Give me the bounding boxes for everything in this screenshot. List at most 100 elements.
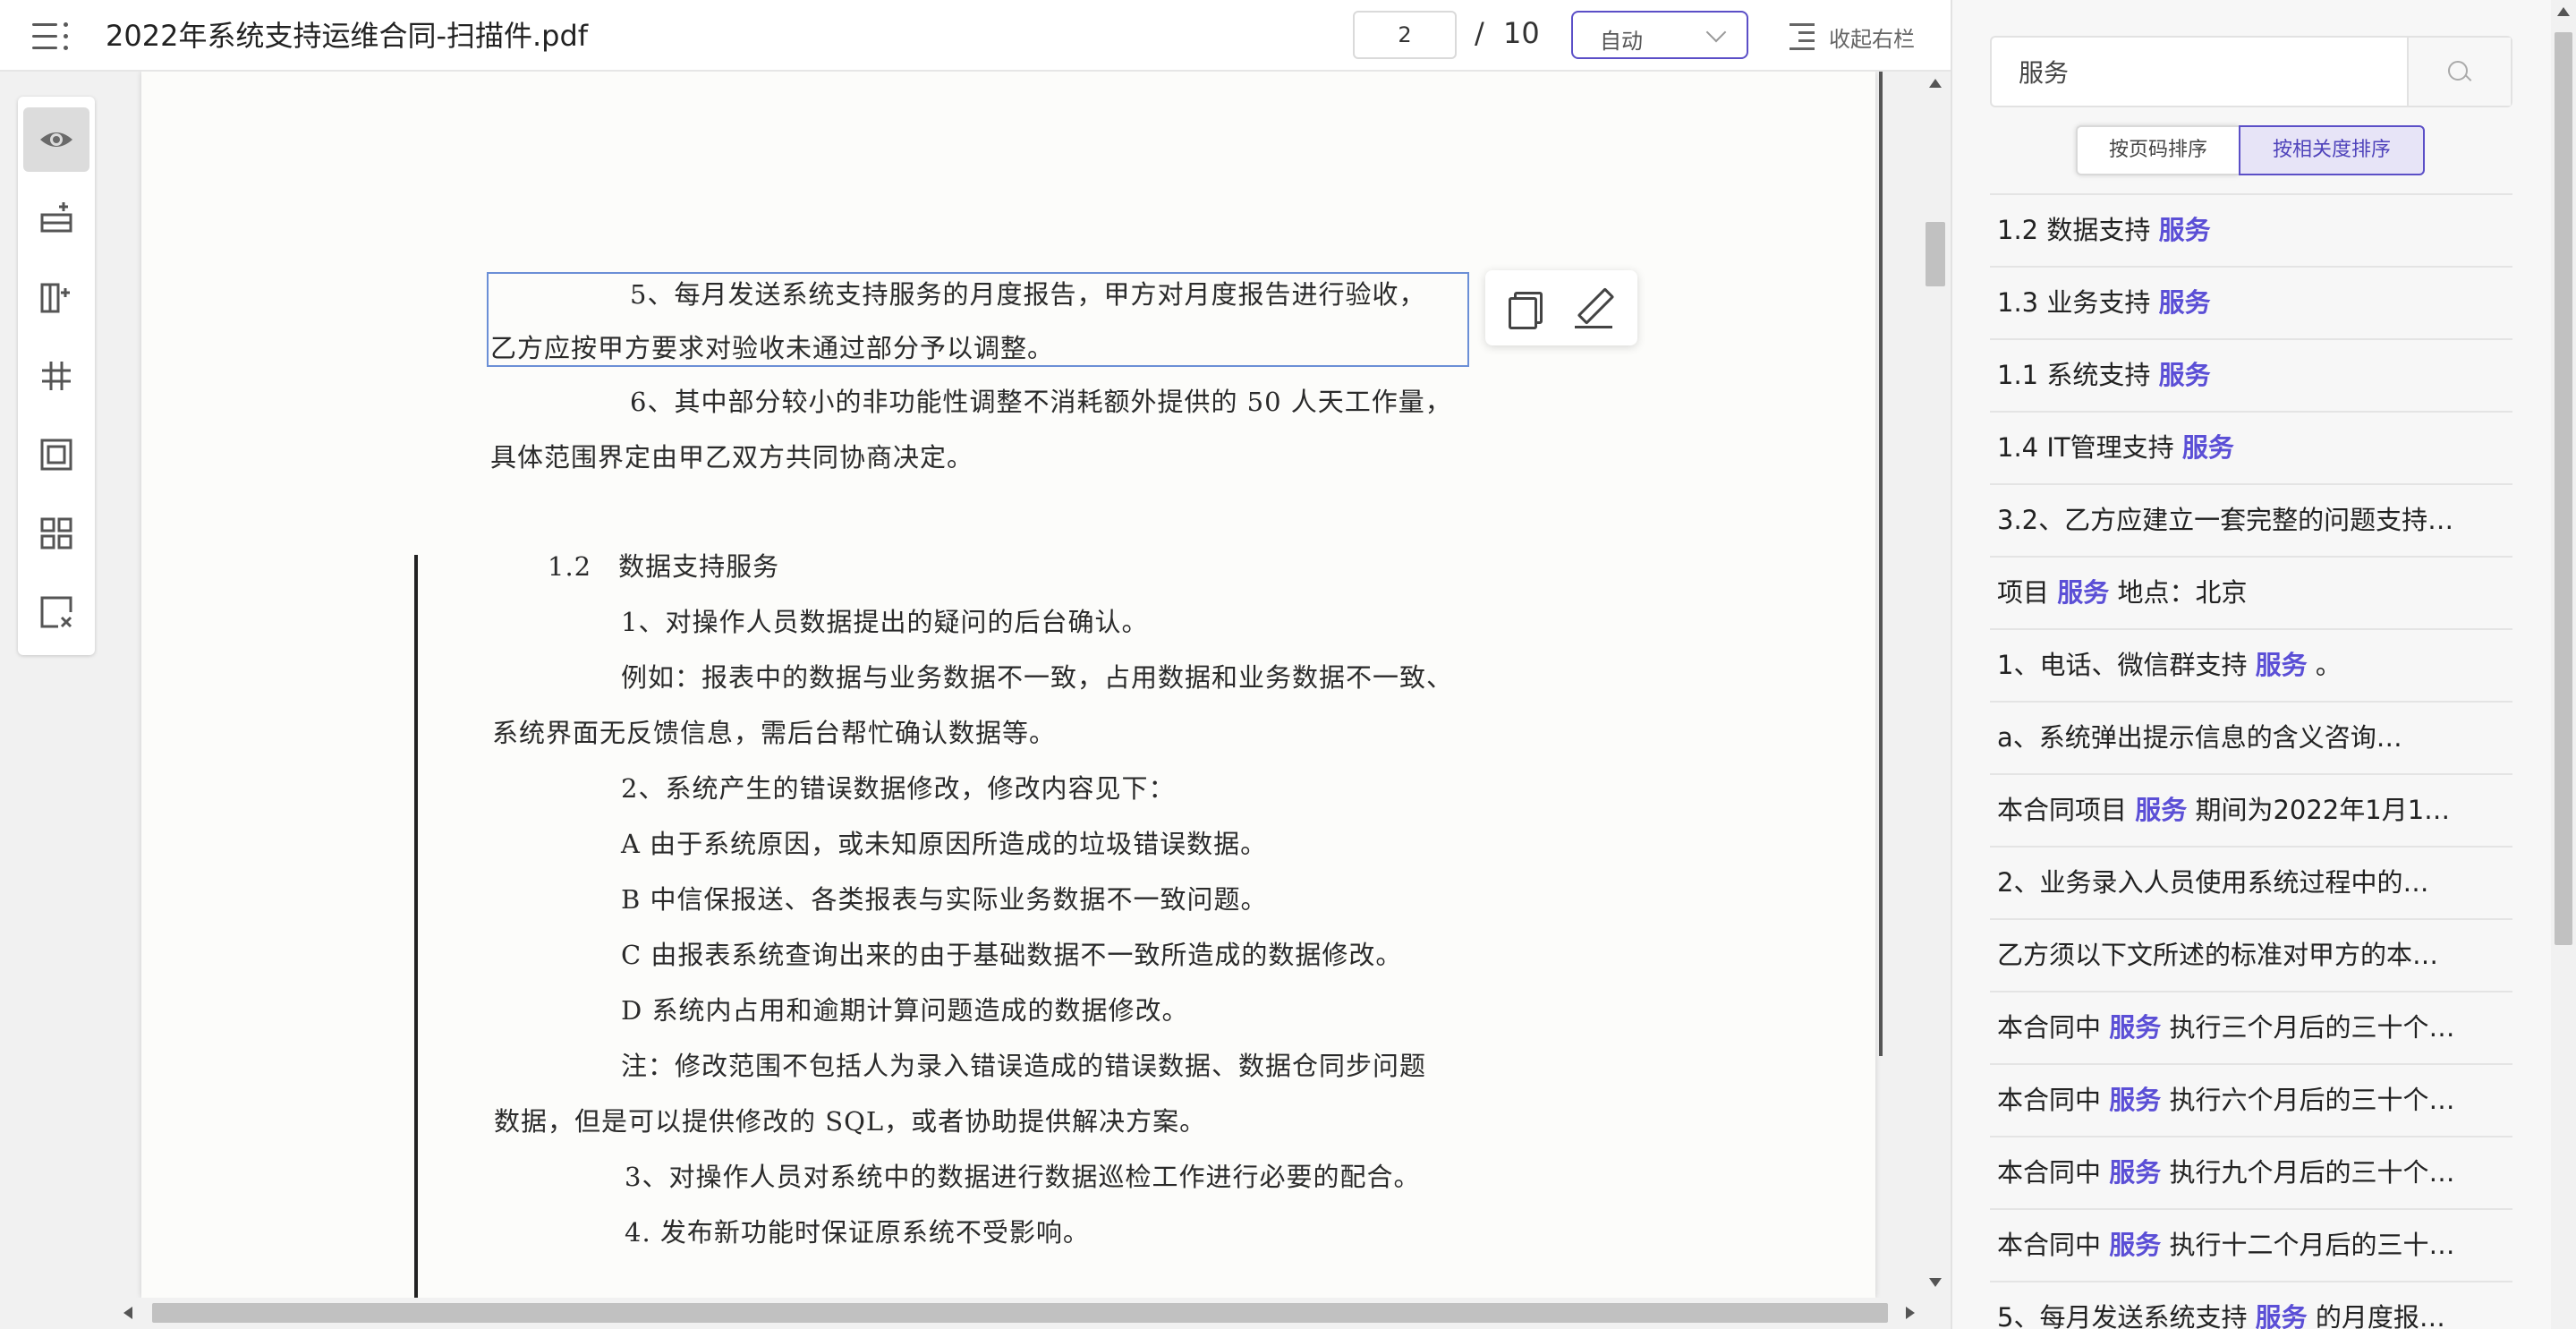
crop-icon[interactable]	[23, 422, 89, 487]
document-line: 注：修改范围不包括人为录入错误造成的错误数据、数据仓同步问题	[621, 1051, 1427, 1081]
search-result-segment: 本合同中	[1997, 1230, 2110, 1260]
search-icon	[2448, 61, 2468, 81]
search-result-segment: 项目	[1997, 577, 2058, 608]
search-result-highlight: 服务	[2255, 1302, 2308, 1329]
search-result-highlight: 服务	[2109, 1230, 2162, 1260]
search-result-highlight: 服务	[2109, 1085, 2162, 1115]
search-result-segment: 1.4 IT管理支持	[1997, 432, 2182, 463]
insert-row-icon[interactable]	[23, 186, 89, 251]
search-result-item[interactable]: 本合同中 服务 执行九个月后的三十个…	[1990, 1136, 2512, 1208]
search-result-item[interactable]: 3.2、乙方应建立一套完整的问题支持…	[1990, 483, 2512, 556]
scroll-right-arrow-icon[interactable]	[1906, 1307, 1915, 1319]
search-result-segment: 期间为2022年1月1…	[2187, 795, 2451, 825]
search-result-segment: 1.2 数据支持	[1997, 215, 2159, 245]
search-result-item[interactable]: 本合同中 服务 执行十二个月后的三十…	[1990, 1208, 2512, 1281]
top-toolbar: 2022年系统支持运维合同-扫描件.pdf / 10 自动 收起右栏	[0, 0, 1951, 72]
search-result-text: 项目 服务 地点：北京	[1997, 575, 2507, 609]
document-line: 具体范围界定由甲乙双方共同协商决定。	[490, 442, 974, 473]
document-title: 2022年系统支持运维合同-扫描件.pdf	[106, 19, 589, 53]
scroll-up-arrow-icon[interactable]	[2557, 7, 2570, 16]
search-result-text: 1.4 IT管理支持 服务	[1997, 430, 2507, 464]
search-result-item[interactable]: 5、每月发送系统支持 服务 的月度报…	[1990, 1281, 2512, 1329]
search-result-text: 本合同中 服务 执行三个月后的三十个…	[1997, 1010, 2507, 1044]
collapse-right-panel-label: 收起右栏	[1829, 27, 1915, 52]
document-line: 例如：报表中的数据与业务数据不一致，占用数据和业务数据不一致、	[621, 662, 1454, 693]
document-line: 2、系统产生的错误数据修改，修改内容见下：	[621, 773, 1176, 804]
search-result-text: 3.2、乙方应建立一套完整的问题支持…	[1997, 503, 2507, 537]
document-line: 3、对操作人员对系统中的数据进行数据巡检工作进行必要的配合。	[625, 1162, 1421, 1192]
search-result-item[interactable]: 1.2 数据支持 服务	[1990, 193, 2512, 266]
document-line: 数据，但是可以提供修改的 SQL，或者协助提供解决方案。	[494, 1106, 1207, 1137]
search-input[interactable]	[1992, 38, 2403, 106]
tool-panel	[18, 97, 95, 655]
document-line: B 中信保报送、各类报表与实际业务数据不一致问题。	[621, 884, 1268, 915]
search-result-item[interactable]: 乙方须以下文所述的标准对甲方的本…	[1990, 918, 2512, 991]
search-result-item[interactable]: 1、电话、微信群支持 服务 。	[1990, 628, 2512, 701]
search-result-item[interactable]: 2、业务录入人员使用系统过程中的…	[1990, 846, 2512, 918]
copy-icon[interactable]	[1501, 285, 1550, 333]
section-heading: 1.2 数据支持服务	[548, 551, 780, 582]
search-result-segment: 执行十二个月后的三十…	[2161, 1230, 2455, 1260]
sort-by-relevance-button[interactable]: 按相关度排序	[2239, 125, 2425, 175]
scroll-thumb[interactable]	[1926, 222, 1945, 286]
search-result-segment: a、系统弹出提示信息的含义咨询…	[1997, 722, 2402, 753]
horizontal-scrollbar[interactable]	[116, 1298, 1933, 1329]
edit-pen-icon[interactable]	[1571, 285, 1620, 333]
delete-region-icon[interactable]	[23, 580, 89, 644]
collapse-panel-icon	[1790, 23, 1818, 50]
search-result-segment: 执行六个月后的三十个…	[2161, 1085, 2455, 1115]
search-result-segment: 1、电话、微信群支持	[1997, 650, 2256, 680]
search-result-segment: 的月度报…	[2307, 1302, 2445, 1329]
search-box	[1990, 36, 2512, 107]
search-result-segment: 5、每月发送系统支持	[1997, 1302, 2256, 1329]
search-result-highlight: 服务	[2109, 1012, 2162, 1043]
search-result-item[interactable]: a、系统弹出提示信息的含义咨询…	[1990, 701, 2512, 773]
results-scrollbar[interactable]	[2551, 0, 2576, 1329]
search-result-text: 1、电话、微信群支持 服务 。	[1997, 648, 2507, 682]
insert-column-icon[interactable]	[23, 265, 89, 329]
scan-border-line	[414, 555, 418, 1325]
search-result-item[interactable]: 本合同项目 服务 期间为2022年1月1…	[1990, 773, 2512, 846]
search-result-highlight: 服务	[2158, 360, 2211, 390]
scan-border-line	[1879, 72, 1883, 1056]
menu-icon[interactable]	[32, 20, 72, 52]
page-number-input[interactable]	[1353, 11, 1457, 59]
search-result-segment: 本合同中	[1997, 1012, 2110, 1043]
document-line: 6、其中部分较小的非功能性调整不消耗额外提供的 50 人天工作量，	[630, 387, 1452, 417]
scroll-down-arrow-icon[interactable]	[1929, 1278, 1942, 1287]
search-result-highlight: 服务	[2255, 650, 2308, 680]
search-result-segment: 。	[2307, 650, 2342, 680]
search-result-item[interactable]: 1.1 系统支持 服务	[1990, 338, 2512, 411]
search-result-item[interactable]: 本合同中 服务 执行六个月后的三十个…	[1990, 1063, 2512, 1136]
search-button[interactable]	[2407, 38, 2511, 106]
search-result-text: 2、业务录入人员使用系统过程中的…	[1997, 865, 2507, 899]
scroll-left-arrow-icon[interactable]	[123, 1307, 132, 1319]
eye-icon[interactable]	[23, 107, 89, 172]
document-line[interactable]: 5、每月发送系统支持服务的月度报告，甲方对月度报告进行验收，	[630, 274, 1425, 311]
grid-icon[interactable]	[23, 501, 89, 566]
search-result-highlight: 服务	[2135, 795, 2188, 825]
document-viewer: 5、每月发送系统支持服务的月度报告，甲方对月度报告进行验收， 乙方应按甲方要求对…	[0, 72, 1951, 1329]
scroll-thumb[interactable]	[2555, 32, 2572, 945]
document-line: 系统界面无反馈信息，需后台帮忙确认数据等。	[492, 718, 1057, 748]
search-result-segment: 1.3 业务支持	[1997, 287, 2159, 318]
vertical-scrollbar[interactable]	[1922, 72, 1949, 1298]
document-line: C 由报表系统查询出来的由于基础数据不一致所造成的数据修改。	[621, 940, 1403, 970]
selection-toolbar	[1485, 270, 1637, 345]
search-result-item[interactable]: 1.4 IT管理支持 服务	[1990, 411, 2512, 483]
search-result-highlight: 服务	[2158, 287, 2211, 318]
split-icon[interactable]	[23, 344, 89, 408]
search-result-highlight: 服务	[2158, 215, 2211, 245]
search-result-highlight: 服务	[2057, 577, 2110, 608]
document-line[interactable]: 乙方应按甲方要求对验收未通过部分予以调整。	[490, 328, 1054, 365]
scroll-up-arrow-icon[interactable]	[1929, 79, 1942, 88]
scroll-thumb[interactable]	[152, 1303, 1888, 1323]
sort-by-page-button[interactable]: 按页码排序	[2076, 125, 2239, 175]
search-result-item[interactable]: 1.3 业务支持 服务	[1990, 266, 2512, 338]
search-result-text: 1.3 业务支持 服务	[1997, 285, 2507, 319]
search-result-text: 乙方须以下文所述的标准对甲方的本…	[1997, 938, 2507, 972]
zoom-select[interactable]: 自动	[1571, 11, 1748, 59]
search-result-item[interactable]: 本合同中 服务 执行三个月后的三十个…	[1990, 991, 2512, 1063]
search-result-item[interactable]: 项目 服务 地点：北京	[1990, 556, 2512, 628]
document-line: 4. 发布新功能时保证原系统不受影响。	[625, 1217, 1090, 1248]
